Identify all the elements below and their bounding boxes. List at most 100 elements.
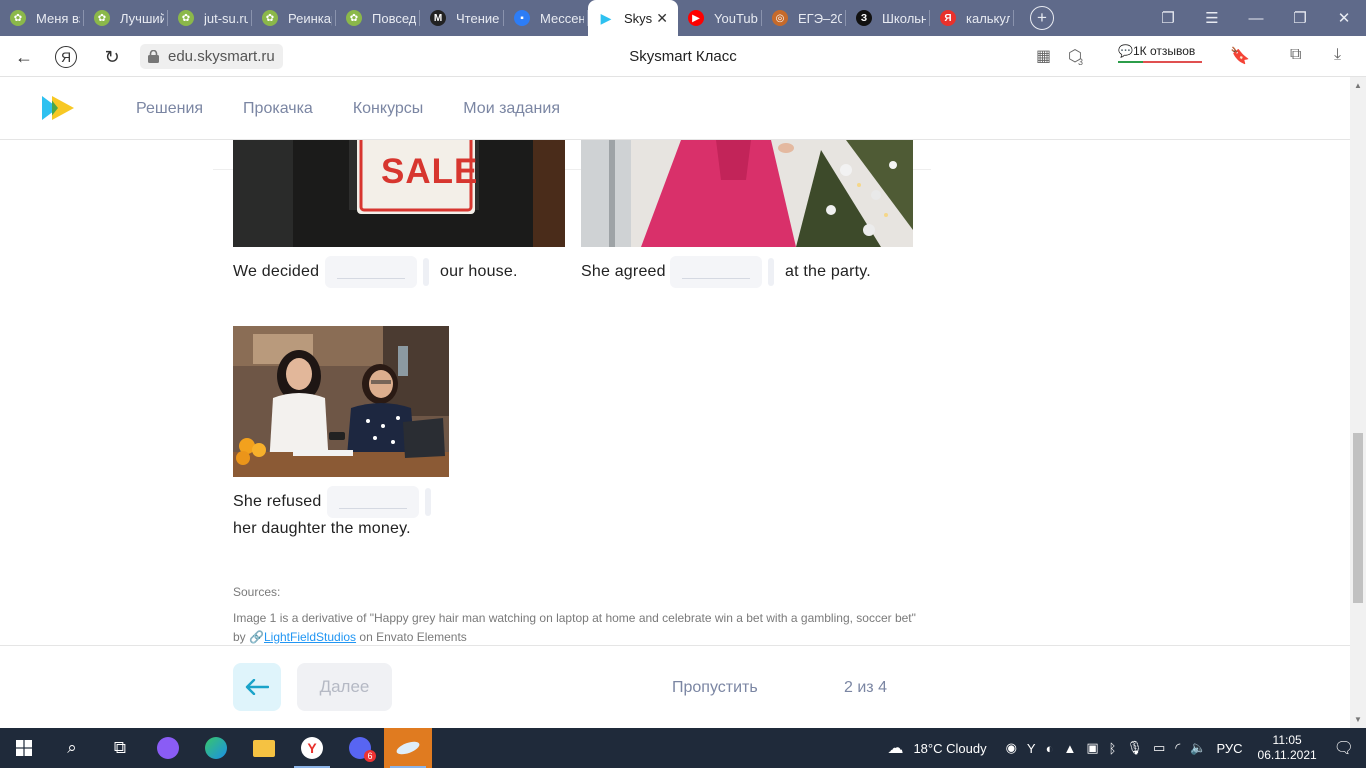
bookmark-icon[interactable]: 🔖 (1230, 46, 1250, 66)
page-scrollbar[interactable]: ▲ ▼ (1350, 77, 1366, 728)
answer-slot-3[interactable] (425, 488, 431, 516)
reviews-label: 1К отзывов (1132, 44, 1196, 58)
reviews-rating-bar (1118, 61, 1202, 63)
yandex-tray-icon[interactable]: Y (1027, 741, 1036, 756)
browser-tab[interactable]: Якалькул (930, 0, 1014, 36)
browser-menu-icon[interactable]: ☰ (1190, 0, 1234, 36)
volume-icon[interactable]: 🔈 (1190, 740, 1206, 756)
tab-title: Skysma (624, 10, 652, 26)
discord-tray-icon[interactable]: ◉ (1006, 740, 1017, 756)
extensions-icon[interactable]: ⬡3 (1068, 46, 1087, 67)
collections-icon[interactable]: ⧉ (1290, 46, 1301, 64)
link-icon: 🔗 (249, 630, 264, 644)
photo-woman-pink-dress (581, 140, 913, 247)
browser-tab[interactable]: ▪ Мессен (504, 0, 588, 36)
browser-tab[interactable]: ✿ Повседн (336, 0, 420, 36)
scrollbar-thumb[interactable] (1353, 433, 1363, 603)
browser-tab[interactable]: ✿ Меня вз (0, 0, 84, 36)
nav-item-contests[interactable]: Конкурсы (353, 100, 423, 118)
tab-title: ЕГЭ–202 (798, 10, 842, 26)
tab-favicon-icon: ✿ (262, 10, 278, 26)
next-button[interactable]: Далее (297, 663, 392, 711)
answer-slot-2[interactable] (768, 258, 774, 286)
search-icon[interactable]: ⌕ (48, 728, 96, 768)
clock[interactable]: 11:05 06.11.2021 (1258, 733, 1317, 763)
reviews-button[interactable]: 💬1К отзывов (1118, 44, 1202, 63)
windows-logo-icon (16, 740, 32, 756)
nav-item-training[interactable]: Прокачка (243, 100, 313, 118)
tab-favicon-icon: ✿ (10, 10, 26, 26)
yandex-disk-tray-icon[interactable]: ▲ (1063, 741, 1076, 756)
browser-tab[interactable]: ✿ Лучший (84, 0, 168, 36)
blank-input-2[interactable] (670, 256, 762, 288)
blank-input-1[interactable] (325, 256, 417, 288)
tab-title: Лучший (120, 10, 164, 26)
alice-icon[interactable] (144, 728, 192, 768)
start-button[interactable] (0, 728, 48, 768)
tab-title: Чтение (456, 10, 500, 26)
sentence-1-before: We decided (233, 263, 320, 280)
comment-icon: 💬 (1118, 44, 1133, 58)
tab-list: ✿ Меня вз ✿ Лучший ✿ jut-su.ru ✿ Реинкар ✿ Повсед… (0, 0, 1014, 36)
exercise-footer: Далее Пропустить 2 из 4 (0, 645, 1350, 728)
browser-tab[interactable]: ▶ YouTube (678, 0, 762, 36)
language-indicator[interactable]: РУС (1216, 741, 1242, 756)
tab-favicon-icon: Я (940, 10, 956, 26)
nav-item-solutions[interactable]: Решения (136, 100, 203, 118)
browser-tab[interactable]: ◎ ЕГЭ–202 (762, 0, 846, 36)
translate-icon[interactable]: ▦ (1036, 46, 1051, 66)
download-icon[interactable]: ⤓ (1334, 46, 1341, 64)
file-explorer-icon[interactable] (240, 728, 288, 768)
tab-title: Повседн (372, 10, 416, 26)
tab-title: jut-su.ru (204, 10, 248, 26)
sentence-3-before: She refused (233, 493, 322, 510)
answer-slot-1[interactable] (423, 258, 429, 286)
app-launcher-icon[interactable] (384, 728, 432, 768)
tabs-menu-icon[interactable]: ❐ (1146, 0, 1190, 36)
clock-time: 11:05 (1272, 733, 1302, 747)
nvidia-tray-icon[interactable]: ▣ (1086, 740, 1098, 756)
arrow-left-icon (245, 679, 269, 695)
browser-tab[interactable]: ✿ jut-su.ru (168, 0, 252, 36)
minimize-button[interactable]: — (1234, 0, 1278, 36)
tab-favicon-icon: M (430, 10, 446, 26)
discord-badge: 6 (364, 750, 376, 762)
tab-title: Реинкар (288, 10, 332, 26)
system-tray: ☁ 18°C Cloudy ◉ Y ◐ ▲ ▣ ᛒ 🎙 ▭ ◜ 🔈 РУС 11… (882, 728, 1366, 768)
edge-icon[interactable] (192, 728, 240, 768)
weather-label[interactable]: 18°C Cloudy (913, 741, 986, 756)
tab-title: YouTube (714, 10, 758, 26)
sentence-3-after: her daughter the money. (233, 520, 411, 537)
microphone-icon[interactable]: 🎙 (1126, 740, 1143, 756)
svg-text:FOR: FOR (393, 140, 440, 143)
tab-favicon-icon: ▶ (688, 10, 704, 26)
skip-button[interactable]: Пропустить (672, 679, 758, 697)
browser-tab[interactable]: ✿ Реинкар (252, 0, 336, 36)
browser-tab[interactable]: ▶ Skysma✕ (588, 0, 678, 36)
discord-icon[interactable]: 6 (336, 728, 384, 768)
tab-close-icon[interactable]: ✕ (656, 10, 668, 27)
browser-tab[interactable]: M Чтение (420, 0, 504, 36)
task-view-icon[interactable]: ⧉ (96, 728, 144, 768)
nav-item-my-tasks[interactable]: Мои задания (463, 100, 560, 118)
edge-tray-icon[interactable]: ◐ (1046, 741, 1054, 756)
skysmart-logo[interactable] (42, 96, 74, 120)
restore-button[interactable]: ❐ (1278, 0, 1322, 36)
source-author-link[interactable]: LightFieldStudios (264, 630, 356, 644)
browser-tab[interactable]: З Школьн (846, 0, 930, 36)
yandex-browser-taskbar-icon[interactable]: Y (288, 728, 336, 768)
tab-favicon-icon: ▶ (600, 9, 612, 26)
scroll-up-arrow[interactable]: ▲ (1354, 81, 1362, 90)
battery-icon[interactable]: ▭ (1153, 740, 1165, 756)
bluetooth-icon[interactable]: ᛒ (1109, 741, 1117, 756)
blank-input-3[interactable] (327, 486, 419, 518)
tab-favicon-icon: ◎ (772, 10, 788, 26)
new-tab-button[interactable]: + (1030, 6, 1054, 30)
window-controls: ❐ ☰ — ❐ ✕ (1146, 0, 1366, 36)
tab-title: Меня вз (36, 10, 80, 26)
scroll-down-arrow[interactable]: ▼ (1354, 715, 1362, 724)
notifications-icon[interactable]: 🗨 (1334, 738, 1354, 758)
close-window-button[interactable]: ✕ (1322, 0, 1366, 36)
wifi-icon[interactable]: ◜ (1175, 740, 1180, 756)
previous-button[interactable] (233, 663, 281, 711)
